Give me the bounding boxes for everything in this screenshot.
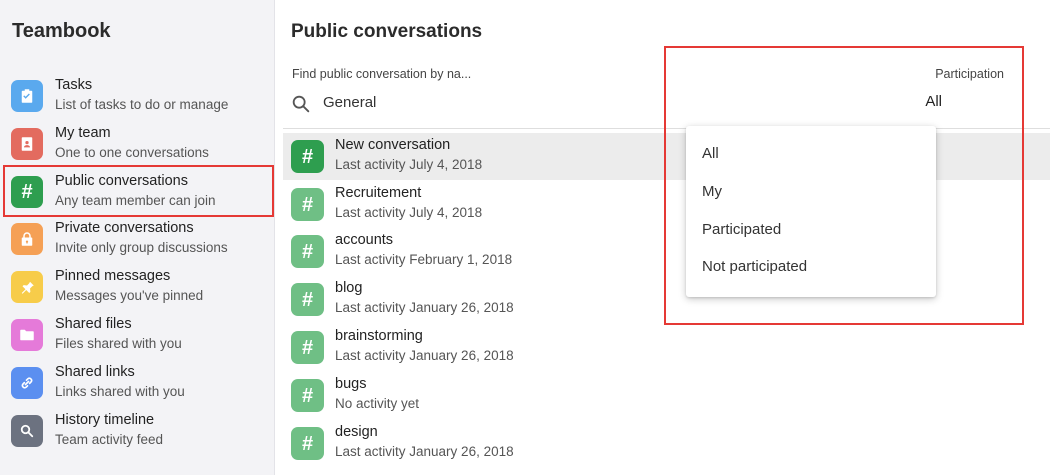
dropdown-option-participated[interactable]: Participated	[702, 221, 781, 238]
search-history-icon	[11, 415, 43, 447]
conversation-name: bugs	[335, 376, 367, 392]
sidebar-item-pinned-messages[interactable]: Pinned messages Messages you've pinned	[0, 265, 275, 313]
folder-icon	[11, 319, 43, 351]
sidebar-item-label: Shared links	[55, 364, 135, 380]
participation-select[interactable]: All	[925, 93, 942, 110]
conversation-name: New conversation	[335, 137, 451, 153]
sidebar-item-subtitle: Files shared with you	[55, 336, 182, 351]
sidebar-item-subtitle: Messages you've pinned	[55, 288, 204, 303]
conversation-name: accounts	[335, 232, 394, 248]
conversation-activity: Last activity January 26, 2018	[335, 444, 514, 459]
hash-icon: #	[291, 188, 324, 221]
link-icon	[11, 367, 43, 399]
sidebar-item-label: History timeline	[55, 412, 155, 428]
conversation-activity: Last activity July 4, 2018	[335, 157, 483, 172]
sidebar-item-label: Tasks	[55, 77, 93, 93]
sidebar-item-subtitle: Any team member can join	[55, 193, 216, 208]
hash-icon: #	[291, 140, 324, 173]
sidebar-item-label: Shared files	[55, 316, 132, 332]
conversation-activity: Last activity January 26, 2018	[335, 300, 514, 315]
participation-label: Participation	[935, 67, 1004, 81]
clipboard-check-icon	[11, 80, 43, 112]
sidebar-item-label: Pinned messages	[55, 268, 171, 284]
dropdown-option-not-participated[interactable]: Not participated	[702, 258, 807, 275]
hash-icon: #	[291, 331, 324, 364]
sidebar: Teambook Tasks List of tasks to do or ma…	[0, 0, 275, 475]
sidebar-item-history-timeline[interactable]: History timeline Team activity feed	[0, 409, 275, 457]
conversation-row[interactable]: # brainstorming Last activity January 26…	[283, 324, 1050, 371]
sidebar-item-subtitle: Team activity feed	[55, 432, 164, 447]
app-title: Teambook	[12, 20, 111, 42]
conversation-activity: No activity yet	[335, 396, 420, 411]
conversation-name: Recruitement	[335, 185, 422, 201]
hash-icon: #	[291, 379, 324, 412]
contacts-book-icon	[11, 128, 43, 160]
sidebar-item-label: My team	[55, 125, 111, 141]
page-title: Public conversations	[291, 21, 483, 42]
search-input[interactable]: General	[323, 94, 376, 111]
sidebar-item-subtitle: Invite only group discussions	[55, 240, 228, 255]
sidebar-item-tasks[interactable]: Tasks List of tasks to do or manage	[0, 74, 275, 122]
sidebar-item-shared-links[interactable]: Shared links Links shared with you	[0, 361, 275, 409]
lock-icon	[11, 223, 43, 255]
hash-icon: #	[291, 427, 324, 460]
sidebar-item-shared-files[interactable]: Shared files Files shared with you	[0, 313, 275, 361]
conversation-name: design	[335, 424, 378, 440]
conversation-row[interactable]: # bugs No activity yet	[283, 372, 1050, 419]
conversation-activity: Last activity February 1, 2018	[335, 252, 513, 267]
dropdown-option-my[interactable]: My	[702, 183, 722, 200]
participation-dropdown-menu: All My Participated Not participated	[686, 126, 936, 297]
pin-icon	[11, 271, 43, 303]
sidebar-item-label: Private conversations	[55, 220, 194, 236]
sidebar-item-subtitle: One to one conversations	[55, 145, 209, 160]
conversation-activity: Last activity January 26, 2018	[335, 348, 514, 363]
sidebar-item-subtitle: Links shared with you	[55, 384, 185, 399]
teambook-app: Teambook Tasks List of tasks to do or ma…	[0, 0, 1050, 475]
sidebar-item-label: Public conversations	[55, 173, 188, 189]
hash-icon: #	[291, 283, 324, 316]
hash-icon: #	[291, 235, 324, 268]
sidebar-item-my-team[interactable]: My team One to one conversations	[0, 122, 275, 170]
conversation-name: blog	[335, 280, 363, 296]
sidebar-item-private-conversations[interactable]: Private conversations Invite only group …	[0, 217, 275, 265]
search-icon[interactable]	[290, 93, 312, 115]
conversation-name: brainstorming	[335, 328, 423, 344]
conversation-activity: Last activity July 4, 2018	[335, 205, 483, 220]
hash-icon: #	[11, 176, 43, 208]
sidebar-item-public-conversations[interactable]: # Public conversations Any team member c…	[0, 170, 275, 218]
dropdown-option-all[interactable]: All	[702, 145, 719, 162]
sidebar-item-subtitle: List of tasks to do or manage	[55, 97, 229, 112]
search-label: Find public conversation by na...	[292, 67, 472, 81]
conversation-row[interactable]: # design Last activity January 26, 2018	[283, 420, 1050, 467]
